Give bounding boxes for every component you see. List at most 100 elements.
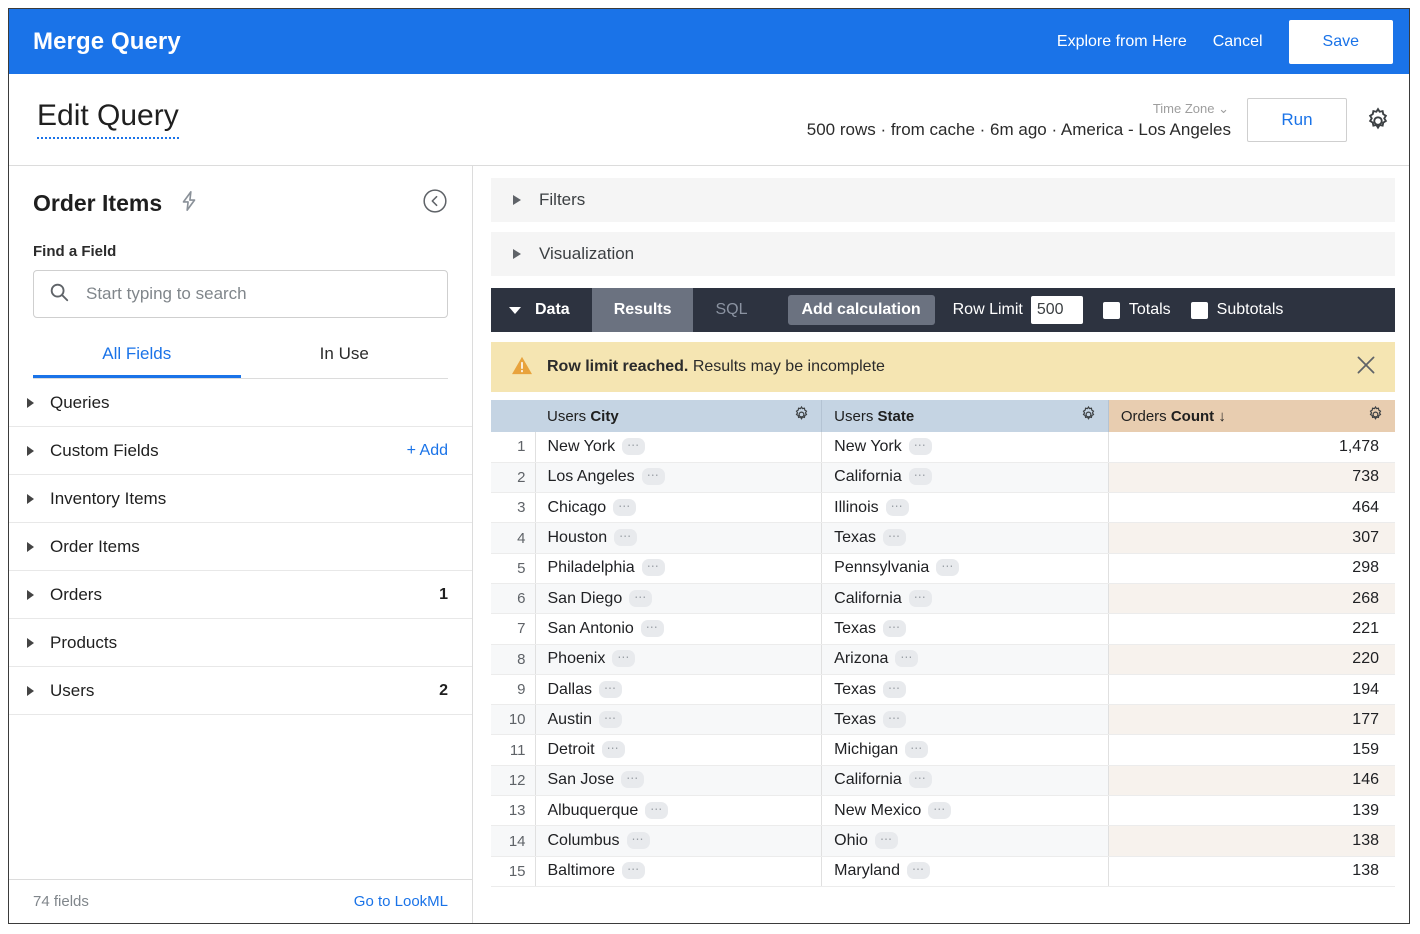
sort-descending-icon[interactable]: ↓ bbox=[1218, 408, 1226, 425]
cell-state[interactable]: Texas⋯ bbox=[822, 705, 1109, 735]
cell-count[interactable]: 177 bbox=[1108, 705, 1395, 735]
cell-city[interactable]: Los Angeles⋯ bbox=[535, 462, 822, 492]
cell-menu-icon[interactable]: ⋯ bbox=[936, 559, 959, 576]
cell-count[interactable]: 221 bbox=[1108, 614, 1395, 644]
table-row[interactable]: 6San Diego⋯California⋯268 bbox=[491, 583, 1395, 613]
cell-count[interactable]: 220 bbox=[1108, 644, 1395, 674]
cell-count[interactable]: 159 bbox=[1108, 735, 1395, 765]
cell-count[interactable]: 307 bbox=[1108, 523, 1395, 553]
column-gear-icon[interactable] bbox=[792, 405, 811, 428]
cell-city[interactable]: San Diego⋯ bbox=[535, 583, 822, 613]
cell-menu-icon[interactable]: ⋯ bbox=[641, 620, 664, 637]
cell-state[interactable]: Texas⋯ bbox=[822, 674, 1109, 704]
cell-city[interactable]: Houston⋯ bbox=[535, 523, 822, 553]
table-row[interactable]: 13Albuquerque⋯New Mexico⋯139 bbox=[491, 796, 1395, 826]
cell-state[interactable]: New Mexico⋯ bbox=[822, 796, 1109, 826]
cell-city[interactable]: San Jose⋯ bbox=[535, 765, 822, 795]
collapse-sidebar-icon[interactable] bbox=[422, 188, 448, 219]
table-row[interactable]: 2Los Angeles⋯California⋯738 bbox=[491, 462, 1395, 492]
cell-count[interactable]: 1,478 bbox=[1108, 432, 1395, 462]
cell-state[interactable]: Texas⋯ bbox=[822, 523, 1109, 553]
column-header-orders-count[interactable]: Orders Count ↓ bbox=[1108, 400, 1395, 432]
cell-state[interactable]: California⋯ bbox=[822, 765, 1109, 795]
column-header-users-state[interactable]: Users State bbox=[822, 400, 1109, 432]
cell-menu-icon[interactable]: ⋯ bbox=[599, 711, 622, 728]
cell-city[interactable]: Dallas⋯ bbox=[535, 674, 822, 704]
cell-menu-icon[interactable]: ⋯ bbox=[645, 802, 668, 819]
tab-results[interactable]: Results bbox=[592, 288, 694, 332]
cell-menu-icon[interactable]: ⋯ bbox=[614, 529, 637, 546]
subtotals-checkbox[interactable]: Subtotals bbox=[1191, 301, 1284, 319]
cell-menu-icon[interactable]: ⋯ bbox=[622, 438, 645, 455]
cell-menu-icon[interactable]: ⋯ bbox=[905, 741, 928, 758]
explore-from-here-link[interactable]: Explore from Here bbox=[1057, 33, 1187, 51]
cell-state[interactable]: Texas⋯ bbox=[822, 614, 1109, 644]
cell-menu-icon[interactable]: ⋯ bbox=[883, 711, 906, 728]
cell-menu-icon[interactable]: ⋯ bbox=[642, 468, 665, 485]
cell-menu-icon[interactable]: ⋯ bbox=[883, 529, 906, 546]
cell-state[interactable]: Michigan⋯ bbox=[822, 735, 1109, 765]
data-section-toggle[interactable]: Data bbox=[491, 288, 592, 332]
add-calculation-button[interactable]: Add calculation bbox=[788, 295, 935, 325]
cell-state[interactable]: New York⋯ bbox=[822, 432, 1109, 462]
cell-menu-icon[interactable]: ⋯ bbox=[613, 499, 636, 516]
sidebar-item-inventory-items[interactable]: Inventory Items bbox=[9, 475, 472, 523]
sidebar-item-order-items[interactable]: Order Items bbox=[9, 523, 472, 571]
tab-sql[interactable]: SQL bbox=[693, 288, 769, 332]
cell-city[interactable]: Columbus⋯ bbox=[535, 826, 822, 856]
cell-menu-icon[interactable]: ⋯ bbox=[909, 590, 932, 607]
time-zone-selector[interactable]: Time Zone ⌄ bbox=[1153, 101, 1229, 117]
table-row[interactable]: 9Dallas⋯Texas⋯194 bbox=[491, 674, 1395, 704]
cell-state[interactable]: Arizona⋯ bbox=[822, 644, 1109, 674]
cell-count[interactable]: 298 bbox=[1108, 553, 1395, 583]
cell-state[interactable]: California⋯ bbox=[822, 583, 1109, 613]
table-row[interactable]: 5Philadelphia⋯Pennsylvania⋯298 bbox=[491, 553, 1395, 583]
cell-state[interactable]: Illinois⋯ bbox=[822, 493, 1109, 523]
sidebar-item-queries[interactable]: Queries bbox=[9, 379, 472, 427]
cell-menu-icon[interactable]: ⋯ bbox=[602, 741, 625, 758]
cell-count[interactable]: 194 bbox=[1108, 674, 1395, 704]
cell-city[interactable]: Albuquerque⋯ bbox=[535, 796, 822, 826]
column-gear-icon[interactable] bbox=[1079, 405, 1098, 428]
cell-menu-icon[interactable]: ⋯ bbox=[909, 771, 932, 788]
cell-city[interactable]: Detroit⋯ bbox=[535, 735, 822, 765]
cell-menu-icon[interactable]: ⋯ bbox=[642, 559, 665, 576]
table-row[interactable]: 14Columbus⋯Ohio⋯138 bbox=[491, 826, 1395, 856]
cell-menu-icon[interactable]: ⋯ bbox=[886, 499, 909, 516]
column-gear-icon[interactable] bbox=[1366, 405, 1385, 428]
close-icon[interactable] bbox=[1353, 352, 1379, 383]
cell-menu-icon[interactable]: ⋯ bbox=[612, 650, 635, 667]
cell-city[interactable]: San Antonio⋯ bbox=[535, 614, 822, 644]
cell-menu-icon[interactable]: ⋯ bbox=[909, 438, 932, 455]
cell-menu-icon[interactable]: ⋯ bbox=[627, 832, 650, 849]
cell-count[interactable]: 138 bbox=[1108, 856, 1395, 886]
field-search-box[interactable] bbox=[33, 270, 448, 318]
cancel-button[interactable]: Cancel bbox=[1213, 33, 1263, 51]
table-row[interactable]: 15Baltimore⋯Maryland⋯138 bbox=[491, 856, 1395, 886]
sidebar-item-custom-fields[interactable]: Custom Fields + Add bbox=[9, 427, 472, 475]
cell-menu-icon[interactable]: ⋯ bbox=[875, 832, 898, 849]
cell-city[interactable]: New York⋯ bbox=[535, 432, 822, 462]
cell-city[interactable]: Chicago⋯ bbox=[535, 493, 822, 523]
cell-city[interactable]: Philadelphia⋯ bbox=[535, 553, 822, 583]
cell-menu-icon[interactable]: ⋯ bbox=[909, 468, 932, 485]
cell-city[interactable]: Phoenix⋯ bbox=[535, 644, 822, 674]
column-header-users-city[interactable]: Users City bbox=[535, 400, 822, 432]
page-title[interactable]: Edit Query bbox=[37, 101, 179, 139]
search-input[interactable] bbox=[84, 283, 433, 305]
settings-gear-icon[interactable] bbox=[1363, 106, 1393, 136]
cell-count[interactable]: 138 bbox=[1108, 826, 1395, 856]
tab-all-fields[interactable]: All Fields bbox=[33, 344, 241, 378]
sidebar-item-products[interactable]: Products bbox=[9, 619, 472, 667]
row-limit-input[interactable] bbox=[1031, 296, 1083, 324]
cell-state[interactable]: Ohio⋯ bbox=[822, 826, 1109, 856]
cell-count[interactable]: 464 bbox=[1108, 493, 1395, 523]
cell-menu-icon[interactable]: ⋯ bbox=[883, 620, 906, 637]
cell-menu-icon[interactable]: ⋯ bbox=[895, 650, 918, 667]
cell-menu-icon[interactable]: ⋯ bbox=[621, 771, 644, 788]
run-button[interactable]: Run bbox=[1247, 98, 1347, 142]
table-row[interactable]: 3Chicago⋯Illinois⋯464 bbox=[491, 493, 1395, 523]
table-row[interactable]: 7San Antonio⋯Texas⋯221 bbox=[491, 614, 1395, 644]
filters-section-header[interactable]: Filters bbox=[491, 178, 1395, 222]
table-row[interactable]: 1New York⋯New York⋯1,478 bbox=[491, 432, 1395, 462]
